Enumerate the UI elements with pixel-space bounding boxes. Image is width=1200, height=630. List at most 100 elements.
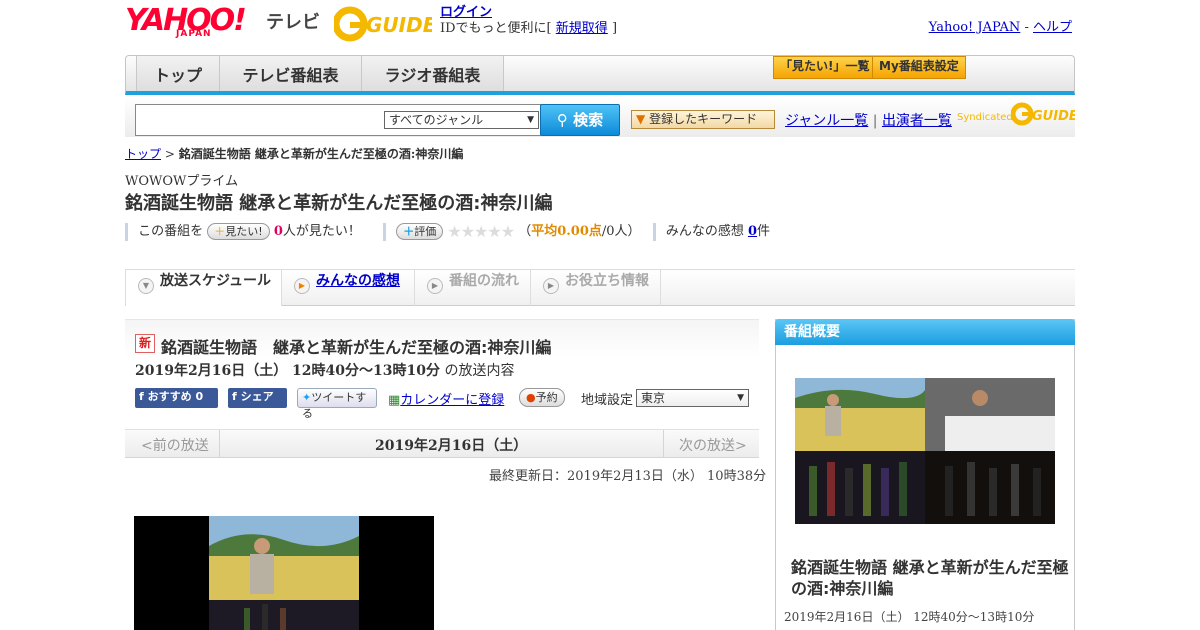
program-tabs: ▼ 放送スケジュール ▶ みんなの感想 ▶ 番組の流れ ▶ お役立ち情報 — [125, 269, 1075, 306]
tab-broadcast-schedule[interactable]: ▼ 放送スケジュール — [125, 270, 282, 306]
tab-useful-info[interactable]: ▶ お役立ち情報 — [531, 270, 661, 306]
impressions-label: みんなの感想 — [665, 224, 744, 239]
calendar-link[interactable]: カレンダーに登録 — [400, 393, 504, 408]
last-updated: 最終更新日：2019年2月13日（水） 10時38分 — [489, 469, 767, 484]
login-link[interactable]: ログイン — [440, 5, 492, 20]
twitter-icon: ✦ — [302, 391, 312, 404]
breadcrumb: トップ > 銘酒誕生物語 継承と革新が生んだ至極の酒:神奈川編 — [125, 145, 463, 162]
mitai-button[interactable]: ＋見たい! — [207, 223, 270, 240]
play-icon: ▶ — [294, 278, 310, 294]
rate-button-label: 評価 — [414, 225, 437, 238]
breadcrumb-current: 銘酒誕生物語 継承と革新が生んだ至極の酒:神奈川編 — [178, 147, 464, 161]
top-links: Yahoo! JAPAN - ヘルプ — [929, 16, 1072, 35]
search-icon: ⚲ — [556, 111, 568, 129]
service-name[interactable]: テレビ — [266, 8, 320, 34]
search-links: ジャンル一覧 | 出演者一覧 — [785, 110, 952, 130]
star-rating: ★★★★★ — [447, 222, 515, 241]
region-label: 地域設定 — [581, 393, 634, 408]
my-schedule-button[interactable]: My番組表設定 — [872, 56, 966, 79]
tab-label[interactable]: みんなの感想 — [316, 273, 400, 289]
yahoo-logo-japan: JAPAN — [176, 29, 212, 39]
svg-text:GUIDE: GUIDE — [1032, 109, 1075, 124]
channel-name: WOWOWプライム — [125, 174, 239, 189]
breadcrumb-sep: > — [164, 147, 175, 161]
current-broadcast-date: 2019年2月16日（土） — [375, 438, 528, 454]
avg-score: 平均0.00点 — [531, 224, 602, 239]
mitai-button-label: 見たい! — [225, 225, 263, 238]
dropdown-arrow-icon: ▼ — [636, 112, 646, 126]
chevron-down-icon: ▼ — [138, 278, 154, 294]
sidebar-heading: 番組概要 — [775, 319, 1075, 345]
login-desc: IDでもっと便利に[ — [440, 21, 552, 36]
program-image — [795, 378, 1055, 524]
record-icon: ● — [526, 391, 536, 404]
svg-text:GUIDE: GUIDE — [366, 13, 432, 37]
avg-people: /0人） — [601, 224, 641, 239]
search-button-label: 検索 — [573, 111, 604, 129]
region-select[interactable]: 東京 ▼ — [636, 389, 749, 407]
mitai-list-button[interactable]: 「見たい!」一覧 — [773, 56, 877, 79]
genre-list-link[interactable]: ジャンル一覧 — [785, 113, 868, 129]
fb-share-button[interactable]: f シェア — [228, 388, 287, 408]
next-broadcast-link[interactable]: 次の放送> — [679, 435, 747, 455]
sidebar-program-title: 銘酒誕生物語 継承と革新が生んだ至極の酒:神奈川編 — [791, 558, 1069, 598]
registered-keyword-label: 登録したキーワード — [649, 112, 758, 126]
tab-label: 番組の流れ — [449, 273, 519, 289]
broadcast-title: 銘酒誕生物語 継承と革新が生んだ至極の酒:神奈川編 — [161, 338, 552, 357]
mitai-count: 0 — [273, 224, 283, 239]
nav-tab-tv-schedule[interactable]: テレビ番組表 — [220, 56, 362, 91]
plus-icon: ＋ — [403, 225, 415, 238]
air-time: 2019年2月16日（土） 12時40分～13時10分 の放送内容 — [135, 360, 514, 380]
rating-divider — [125, 222, 128, 241]
rate-button[interactable]: ＋評価 — [396, 223, 444, 240]
top-links-sep: - — [1024, 20, 1029, 35]
login-desc-end: ] — [611, 21, 618, 36]
genre-select[interactable]: すべてのジャンル ▼ — [384, 111, 539, 129]
chevron-down-icon: ▼ — [527, 115, 534, 125]
reserve-button[interactable]: ●予約 — [519, 388, 565, 407]
rating-divider — [383, 222, 387, 241]
main-nav: トップ テレビ番組表 ラジオ番組表 「見たい!」一覧 My番組表設定 — [125, 55, 1075, 95]
gguide-logo[interactable]: GUIDE — [332, 6, 437, 42]
search-button[interactable]: ⚲ 検索 — [540, 104, 620, 136]
fb-recommend-button[interactable]: f おすすめ 0 — [135, 388, 218, 408]
mitai-suffix: 人が見たい！ — [282, 224, 361, 239]
play-icon: ▶ — [427, 278, 443, 294]
reserve-label: 予約 — [535, 391, 558, 404]
calendar-link-wrap: ▦カレンダーに登録 — [388, 389, 504, 408]
facebook-icon: f — [232, 390, 237, 403]
tweet-button[interactable]: ✦ツイートする — [297, 388, 377, 420]
search-links-sep: | — [872, 113, 878, 129]
rating-row: この番組を ＋見たい! 0人が見たい！ ＋評価 ★★★★★ （平均0.00点/0… — [125, 220, 771, 241]
yahoo-japan-link[interactable]: Yahoo! JAPAN — [929, 20, 1021, 35]
registered-keyword-button[interactable]: ▼ 登録したキーワード — [631, 110, 775, 129]
nav-tab-radio-schedule[interactable]: ラジオ番組表 — [362, 56, 504, 91]
breadcrumb-top-link[interactable]: トップ — [125, 147, 161, 161]
divider — [219, 430, 220, 458]
facebook-icon: f — [139, 390, 144, 403]
page-title: 銘酒誕生物語 継承と革新が生んだ至極の酒:神奈川編 — [125, 193, 553, 214]
tab-label: お役立ち情報 — [565, 273, 649, 289]
prev-broadcast-link[interactable]: <前の放送 — [141, 435, 209, 455]
syndicated-gguide-logo: Syndicated GUIDE — [957, 100, 1075, 130]
sidebar-air-time: 2019年2月16日（土） 12時40分～13時10分 — [784, 610, 1035, 624]
program-video-thumbnail[interactable] — [134, 516, 434, 630]
impressions-count[interactable]: 0 — [748, 224, 757, 239]
tweet-label: ツイートする — [302, 391, 367, 420]
air-datetime: 2019年2月16日（土） 12時40分～13時10分 — [135, 363, 440, 379]
help-link[interactable]: ヘルプ — [1033, 20, 1072, 35]
genre-select-value: すべてのジャンル — [389, 113, 484, 127]
rating-divider — [652, 222, 656, 241]
this-program-label: この番組を — [138, 224, 204, 239]
nav-tab-top[interactable]: トップ — [136, 56, 220, 91]
signup-link[interactable]: 新規取得 — [556, 21, 608, 36]
fb-share-label: シェア — [240, 390, 274, 403]
performer-list-link[interactable]: 出演者一覧 — [882, 113, 952, 129]
impressions-suffix: 件 — [757, 224, 771, 239]
divider — [663, 430, 664, 458]
plus-icon: ＋ — [214, 225, 226, 238]
tab-impressions[interactable]: ▶ みんなの感想 — [282, 270, 415, 306]
new-badge: 新 — [135, 334, 155, 353]
tab-program-flow[interactable]: ▶ 番組の流れ — [415, 270, 531, 306]
tab-label: 放送スケジュール — [160, 273, 272, 289]
